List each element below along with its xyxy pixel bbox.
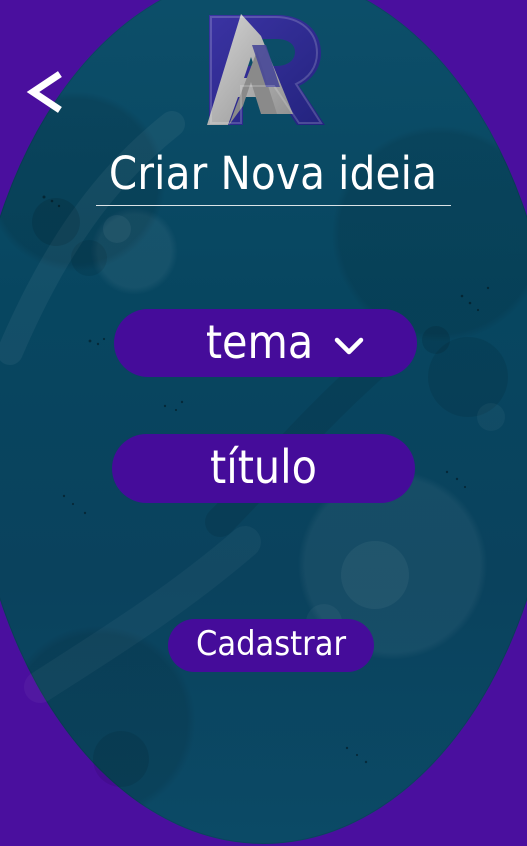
title-field-value: título xyxy=(210,439,317,494)
r-logo xyxy=(207,14,325,125)
title-underline xyxy=(96,205,451,206)
chevron-down-icon xyxy=(334,337,364,354)
page-title: Criar Nova ideia xyxy=(108,147,438,200)
tema-select[interactable]: tema xyxy=(114,309,417,377)
tema-select-value: tema xyxy=(205,315,314,369)
title-field[interactable]: título xyxy=(112,434,415,503)
submit-button-label: Cadastrar xyxy=(195,623,347,664)
idea-creation-screen: Criar Nova ideia tema título Cadastrar xyxy=(0,0,527,846)
submit-button[interactable]: Cadastrar xyxy=(168,619,374,672)
back-arrow-icon[interactable] xyxy=(23,68,65,116)
